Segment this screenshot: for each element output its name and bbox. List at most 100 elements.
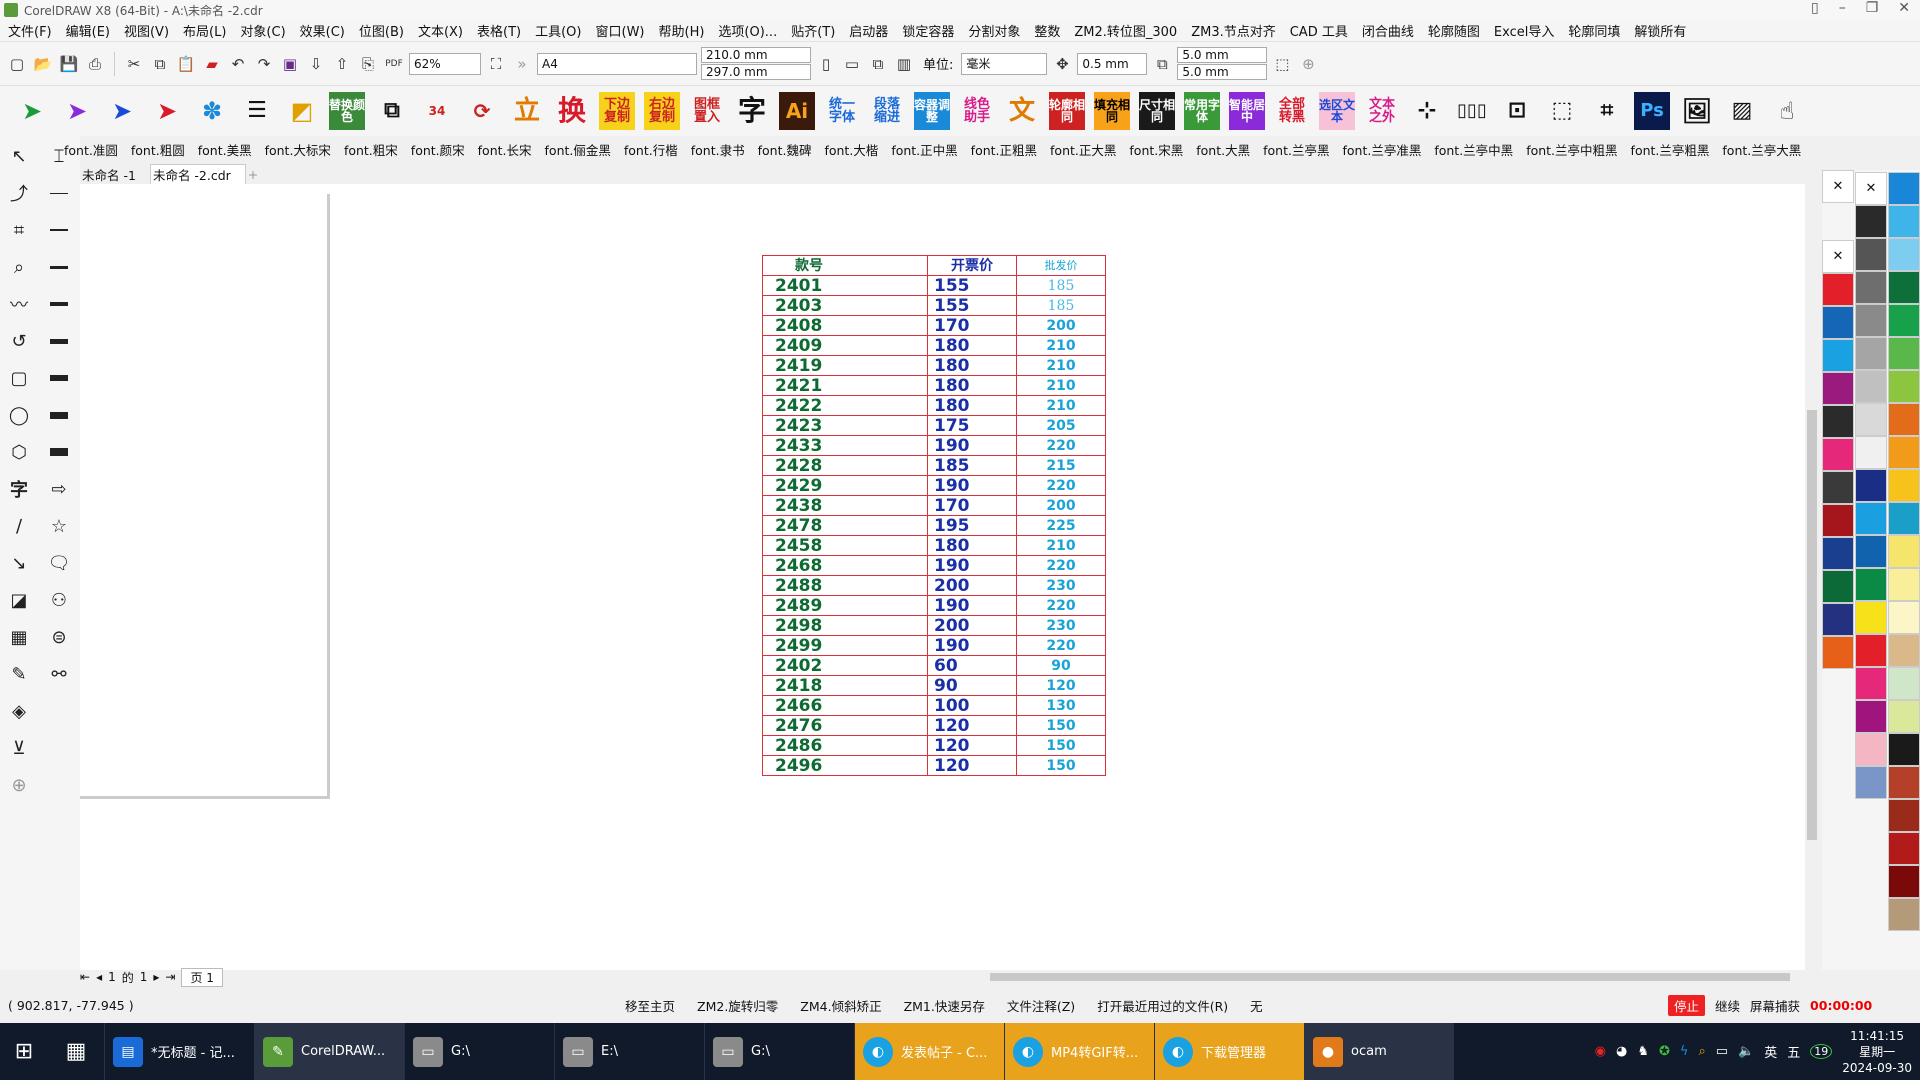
calculator-icon[interactable]: ▦ — [48, 1023, 104, 1080]
menu-item[interactable]: 锁定容器 — [902, 21, 954, 40]
taskbar-app-ocam[interactable]: ● ocam — [1304, 1023, 1454, 1080]
paragraph-indent-button[interactable]: 段落缩进 — [869, 92, 905, 130]
color-swatch[interactable] — [1855, 436, 1887, 469]
horizontal-scrollbar[interactable] — [980, 970, 1805, 984]
color-swatch[interactable] — [1888, 172, 1920, 205]
menu-item[interactable]: 文本(X) — [418, 21, 463, 40]
tab-untitled-2[interactable]: 未命名 -2.cdr — [149, 164, 246, 184]
font-shortcut[interactable]: font.大楷 — [824, 140, 878, 159]
text-button[interactable]: 文 — [1004, 92, 1040, 130]
color-swatch[interactable] — [1855, 766, 1887, 799]
connector-tool-icon[interactable]: ↘ — [6, 549, 32, 577]
outline-width-4-icon[interactable] — [46, 290, 72, 318]
taskbar-app-drive-g[interactable]: ▭ G:\ — [404, 1023, 554, 1080]
stand-icon[interactable]: 立 — [509, 92, 545, 130]
color-swatch[interactable] — [1888, 898, 1920, 931]
flower-icon[interactable]: ✽ — [194, 92, 230, 130]
screen-capture-button[interactable]: 屏幕捕获 — [1750, 996, 1800, 1015]
distribute-icon[interactable]: ▯▯▯ — [1454, 92, 1490, 130]
menu-item[interactable]: 文件(F) — [8, 21, 52, 40]
list-icon[interactable]: ☰ — [239, 92, 275, 130]
illustrator-button[interactable]: Ai — [779, 92, 815, 130]
add-icon[interactable]: ⊕ — [1297, 53, 1319, 75]
font-shortcut[interactable]: font.正中黑 — [891, 140, 957, 159]
pdf-icon[interactable]: PDF — [383, 53, 405, 75]
color-swatch[interactable] — [1888, 667, 1920, 700]
color-swatch[interactable] — [1822, 438, 1854, 471]
powerclip-button[interactable]: 图框置入 — [689, 92, 725, 130]
wechat-tray-icon[interactable]: ✪ — [1659, 1044, 1670, 1059]
color-swatch[interactable] — [1855, 502, 1887, 535]
color-swatch[interactable] — [1888, 304, 1920, 337]
taskbar-app-drive-e[interactable]: ▭ E:\ — [554, 1023, 704, 1080]
color-swatch[interactable] — [1888, 865, 1920, 898]
taskbar-app-coreldraw[interactable]: ✎ CorelDRAW... — [254, 1023, 404, 1080]
font-shortcut[interactable]: font.粗圆 — [131, 140, 185, 159]
color-swatch[interactable] — [1888, 832, 1920, 865]
color-swatch[interactable] — [1822, 339, 1854, 372]
color-swatch[interactable] — [1822, 603, 1854, 636]
copy-right-button[interactable]: 右边复制 — [644, 92, 680, 130]
color-swatch[interactable] — [1855, 568, 1887, 601]
color-swatch[interactable] — [1888, 436, 1920, 469]
font-shortcut[interactable]: font.兰亭准黑 — [1342, 140, 1421, 159]
zoom-tool-icon[interactable]: ⌕ — [6, 253, 32, 281]
publish-icon[interactable]: ⎘ — [357, 53, 379, 75]
color-swatch[interactable] — [1888, 601, 1920, 634]
size-same-button[interactable]: 尺寸相同 — [1139, 92, 1175, 130]
callout-shape-icon[interactable]: 🗨 — [46, 549, 72, 577]
menu-item[interactable]: 编辑(E) — [66, 21, 110, 40]
menu-item[interactable]: CAD 工具 — [1290, 21, 1348, 40]
font-shortcut[interactable]: font.兰亭中粗黑 — [1526, 140, 1617, 159]
color-swatch[interactable] — [1855, 238, 1887, 271]
vertical-scrollbar[interactable] — [1805, 184, 1819, 970]
plane-blue-icon[interactable]: ➤ — [104, 92, 140, 130]
color-swatch[interactable] — [1888, 370, 1920, 403]
color-swatch[interactable] — [1855, 337, 1887, 370]
landscape-icon[interactable]: ▭ — [841, 53, 863, 75]
undo-icon[interactable]: ↶ — [227, 53, 249, 75]
color-swatch[interactable] — [1888, 271, 1920, 304]
no-color-swatch[interactable]: ✕ — [1855, 172, 1887, 205]
menu-item[interactable]: 工具(O) — [535, 21, 581, 40]
add-tool-icon[interactable]: ⊕ — [6, 771, 32, 799]
file-notes-button[interactable]: 文件注释(Z) — [1007, 996, 1075, 1015]
arrow-shape-icon[interactable]: ⇨ — [46, 475, 72, 503]
search-content-icon[interactable]: ▣ — [279, 53, 301, 75]
menu-item[interactable]: 贴齐(T) — [791, 21, 835, 40]
transparency-tool-icon[interactable]: ▦ — [6, 623, 32, 651]
prev-page-icon[interactable]: ◂ — [96, 970, 102, 984]
export-icon[interactable]: ⇧ — [331, 53, 353, 75]
photo-edit-icon[interactable]: ▨ — [1724, 92, 1760, 130]
taskbar-app-notepad[interactable]: ▤ *无标题 - 记... — [104, 1023, 254, 1080]
menu-item[interactable]: 解锁所有 — [1634, 21, 1686, 40]
freehand-tool-icon[interactable]: 〰 — [6, 290, 32, 318]
menu-item[interactable]: 帮助(H) — [659, 21, 705, 40]
smart-center-button[interactable]: 智能居中 — [1229, 92, 1265, 130]
color-swatch[interactable] — [1888, 535, 1920, 568]
font-shortcut[interactable]: font.行楷 — [624, 140, 678, 159]
all-to-black-button[interactable]: 全部转黑 — [1274, 92, 1310, 130]
treat-as-filled-icon[interactable]: ⬚ — [1271, 53, 1293, 75]
star-shape-icon[interactable]: ☆ — [46, 512, 72, 540]
shape-tool-icon[interactable]: ⤴ — [6, 179, 32, 207]
bluetooth-tray-icon[interactable]: ϟ — [1680, 1044, 1689, 1059]
save-icon[interactable]: 💾 — [58, 53, 80, 75]
font-shortcut[interactable]: font.魏碑 — [758, 140, 812, 159]
font-shortcut[interactable]: font.颜宋 — [411, 140, 465, 159]
color-swatch[interactable] — [1855, 601, 1887, 634]
menu-item[interactable]: 布局(L) — [183, 21, 226, 40]
restore-button[interactable]: ❐ — [1866, 0, 1879, 16]
notification-badge[interactable]: 19 — [1810, 1044, 1833, 1059]
paste-icon[interactable]: 📋 — [175, 53, 197, 75]
outline-width-5-icon[interactable] — [46, 327, 72, 355]
dimension-tool-icon[interactable]: ∕ — [6, 512, 32, 540]
menu-item[interactable]: 选项(O)... — [718, 21, 777, 40]
color-swatch[interactable] — [1855, 304, 1887, 337]
transform-icon[interactable]: ⬚ — [1544, 92, 1580, 130]
last-page-icon[interactable]: ⇥ — [165, 970, 175, 984]
menu-item[interactable]: 轮廓随图 — [1428, 21, 1480, 40]
color-swatch[interactable] — [1822, 306, 1854, 339]
outside-text-button[interactable]: 文本之外 — [1364, 92, 1400, 130]
color-swatch[interactable] — [1855, 700, 1887, 733]
